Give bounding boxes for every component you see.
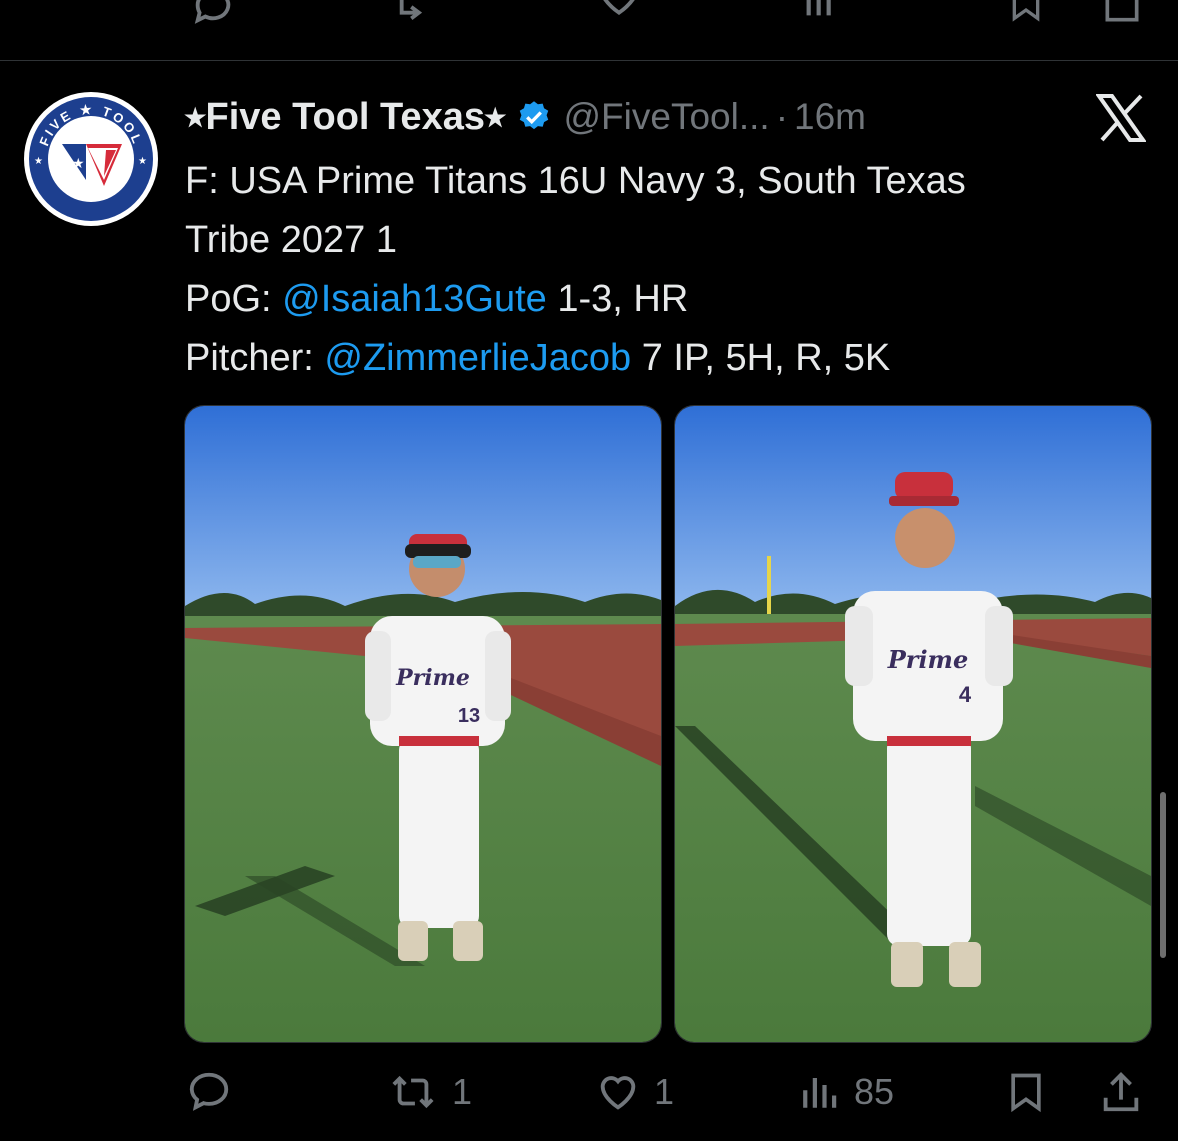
tweet-action-bar: 1 1 85: [0, 1062, 1178, 1122]
bookmark-icon: [1004, 1069, 1048, 1115]
tweet-text: F: USA Prime Titans 16U Navy 3, South Te…: [185, 152, 1135, 388]
views-count: 85: [854, 1071, 895, 1112]
repost-count: 1: [452, 1071, 473, 1112]
repost-icon: [386, 1069, 440, 1115]
pitcher-label: Pitcher:: [185, 337, 325, 379]
like-icon[interactable]: [596, 0, 642, 33]
player-photo-1[interactable]: Prime 13: [184, 405, 662, 1043]
tweet-line-1: F: USA Prime Titans 16U Navy 3, South Te…: [185, 160, 966, 202]
tweet-line-3: PoG: @Isaiah13Gute 1-3, HR: [185, 270, 1135, 329]
reply-button[interactable]: [186, 1062, 244, 1122]
mention-zimmerlie[interactable]: @ZimmerlieJacob: [324, 337, 631, 379]
scrollbar[interactable]: [1160, 792, 1166, 958]
repost-icon[interactable]: [392, 0, 442, 33]
svg-text:★: ★: [72, 156, 85, 172]
tweet-line-4: Pitcher: @ZimmerlieJacob 7 IP, 5H, R, 5K: [185, 329, 1135, 388]
mention-isaiah[interactable]: @Isaiah13Gute: [282, 278, 547, 320]
like-icon: [594, 1069, 642, 1115]
player-photo-2[interactable]: Prime 4: [674, 405, 1152, 1043]
jersey-number-1: 13: [458, 705, 480, 727]
views-icon: [800, 1069, 842, 1115]
pitcher-stats: 7 IP, 5H, R, 5K: [631, 337, 891, 379]
separator: ·: [775, 96, 789, 137]
jersey-text-1: Prime: [395, 665, 470, 691]
timestamp[interactable]: 16m: [794, 96, 866, 138]
share-icon[interactable]: [1100, 0, 1144, 33]
views-button[interactable]: 85: [800, 1062, 894, 1122]
tweet-line-2: Tribe 2027 1: [185, 219, 397, 261]
like-button[interactable]: 1: [594, 1062, 674, 1122]
x-logo-icon[interactable]: [1095, 94, 1147, 142]
display-name[interactable]: ⭑Five Tool Texas⭑: [185, 96, 506, 139]
reply-icon[interactable]: [190, 0, 236, 33]
like-count: 1: [654, 1071, 675, 1112]
tweet-header: ⭑Five Tool Texas⭑ @FiveTool... · 16m: [185, 94, 866, 140]
repost-button[interactable]: 1: [386, 1062, 472, 1122]
avatar[interactable]: FIVE ★ TOOL TEXAS ★ ★ ★: [24, 92, 158, 226]
verified-badge-icon: [516, 99, 552, 135]
reply-icon: [186, 1069, 232, 1115]
share-icon: [1098, 1068, 1144, 1116]
pog-label: PoG:: [185, 278, 283, 320]
pog-stats: 1-3, HR: [546, 278, 689, 320]
views-icon[interactable]: [802, 0, 842, 27]
previous-tweet-action-bar: [0, 0, 1178, 30]
bookmark-icon[interactable]: [1006, 0, 1046, 33]
tweet-divider: [0, 60, 1178, 61]
jersey-text-2: Prime: [887, 645, 968, 674]
jersey-number-2: 4: [959, 682, 972, 707]
svg-text:★: ★: [34, 156, 43, 167]
handle[interactable]: @FiveTool...: [564, 96, 770, 138]
bookmark-button[interactable]: [1004, 1062, 1048, 1122]
svg-text:★: ★: [138, 156, 147, 167]
share-button[interactable]: [1098, 1062, 1144, 1122]
